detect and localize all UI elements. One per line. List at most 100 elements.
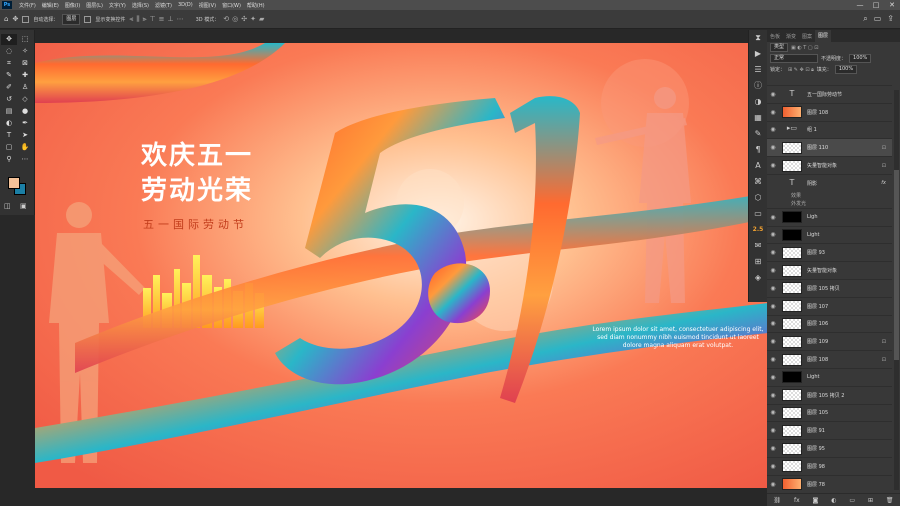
auto-select-dropdown[interactable]: 图层 (62, 13, 81, 25)
stamp-tool-icon[interactable]: ♙ (17, 82, 33, 93)
paragraph-icon[interactable]: ¶ (749, 142, 767, 158)
adjustments-icon[interactable]: ◑ (749, 94, 767, 110)
visibility-eye-icon[interactable]: ◉ (767, 91, 779, 98)
new-layer-icon[interactable]: ⊞ (868, 497, 873, 504)
layer-row[interactable]: ◉ 图层 91 (767, 421, 892, 439)
measurement-icon[interactable]: ▭ (749, 206, 767, 222)
layer-row[interactable]: ◉ 图层 110 ⊡ (767, 138, 892, 157)
menu-type[interactable]: 文字(Y) (106, 2, 129, 9)
notes-icon[interactable]: ✉ (749, 238, 767, 254)
add-style-icon[interactable]: fx (794, 497, 800, 504)
layer-row[interactable]: ◉ Light (767, 367, 892, 386)
move-tool-icon[interactable]: ✥ (1, 34, 17, 45)
brush-tool-icon[interactable]: ✐ (1, 82, 17, 93)
visibility-eye-icon[interactable]: ◉ (767, 481, 779, 488)
visibility-eye-icon[interactable]: ◉ (767, 463, 779, 470)
align-right-icon[interactable]: ⫸ (143, 15, 147, 24)
fx-icon[interactable]: fx (881, 180, 886, 186)
foreground-color-swatch[interactable] (8, 177, 20, 189)
align-center-icon[interactable]: ⫼ (136, 15, 139, 24)
layer-row[interactable]: ◉ 图层 93 (767, 243, 892, 261)
fill-input[interactable]: 100% (834, 65, 858, 74)
visibility-eye-icon[interactable]: ◉ (767, 338, 779, 345)
pen-tool-icon[interactable]: ✒ (17, 118, 33, 129)
layer-row[interactable]: ◉ Ligh (767, 207, 892, 226)
3d-scale-icon[interactable]: ▰ (259, 15, 264, 23)
layer-row[interactable]: ◉ 图层 109 ⊡ (767, 332, 892, 350)
visibility-eye-icon[interactable]: ◉ (767, 162, 779, 169)
layer-row[interactable]: ◉ 图层 106 (767, 314, 892, 333)
visibility-eye-icon[interactable]: ◉ (767, 392, 779, 399)
hand-tool-icon[interactable]: ✋ (17, 142, 33, 153)
layer-row[interactable]: T 阴影 fx (767, 173, 892, 192)
blend-mode-select[interactable]: 正常 (770, 54, 818, 63)
home-icon[interactable]: ⌂ (4, 15, 8, 23)
3d-rotate-icon[interactable]: ⟲ (223, 15, 229, 23)
layer-kind-filter[interactable]: 类型 (770, 43, 789, 52)
dodge-tool-icon[interactable]: ◐ (1, 118, 17, 129)
visibility-eye-icon[interactable]: ◉ (767, 109, 779, 116)
tab-swatches[interactable]: 色板 (767, 33, 783, 40)
visibility-eye-icon[interactable]: ◉ (767, 231, 779, 238)
layer-row[interactable]: ◉ 图层 78 (767, 474, 892, 493)
canvas-area[interactable]: 欢庆五一 劳动光荣 五一国际劳动节 Lorem ipsum dolor sit … (35, 30, 768, 506)
brush-settings-icon[interactable]: ✎ (749, 126, 767, 142)
path-select-icon[interactable]: ➤ (17, 130, 33, 141)
align-top-icon[interactable]: ⊤ (150, 15, 156, 24)
opacity-input[interactable]: 100% (849, 54, 872, 63)
visibility-eye-icon[interactable]: ◉ (767, 374, 779, 381)
3d-pan-icon[interactable]: ✣ (241, 15, 247, 23)
workspace-icon[interactable]: ▭ (874, 14, 882, 24)
layer-row[interactable]: ◉ 图层 98 (767, 456, 892, 475)
align-middle-icon[interactable]: ≡ (159, 15, 165, 24)
layer-row[interactable]: ◉ 图层 105 拷贝 (767, 278, 892, 297)
layer-row[interactable]: ◉ 矢量智能对象 (767, 261, 892, 279)
menu-window[interactable]: 窗口(W) (219, 2, 244, 9)
3d-slide-icon[interactable]: ✦ (250, 15, 256, 23)
share-icon[interactable]: ⇪ (887, 14, 894, 24)
layer-row[interactable]: ◉ 图层 108 (767, 102, 892, 121)
search-icon[interactable]: ⌕ (863, 14, 867, 24)
add-mask-icon[interactable]: ◙ (813, 497, 819, 504)
character-icon[interactable]: A (749, 158, 767, 174)
magic-wand-icon[interactable]: ✧ (17, 46, 33, 57)
align-left-icon[interactable]: ⫷ (129, 15, 133, 24)
distribute-icon[interactable]: ⋯ (177, 15, 184, 24)
visibility-eye-icon[interactable]: ◉ (767, 320, 779, 327)
menu-filter[interactable]: 滤镜(T) (152, 2, 175, 9)
filter-icons[interactable]: ▣ ◐ T ▢ ⊡ (791, 45, 818, 51)
layers-scrollbar[interactable] (894, 90, 899, 490)
extension-badge[interactable]: 2.5 (749, 222, 767, 238)
scrollbar-thumb[interactable] (894, 170, 899, 360)
visibility-eye-icon[interactable]: ◉ (767, 126, 779, 133)
libraries-icon[interactable]: ▦ (749, 110, 767, 126)
align-bottom-icon[interactable]: ⊥ (168, 15, 174, 24)
eyedropper-icon[interactable]: ✎ (1, 70, 17, 81)
layer-row[interactable]: ◉ 图层 95 (767, 439, 892, 457)
auto-select-checkbox[interactable] (22, 15, 30, 23)
3d-icon[interactable]: ⬡ (749, 190, 767, 206)
menu-layer[interactable]: 图层(L) (83, 2, 106, 9)
artwork-canvas[interactable]: 欢庆五一 劳动光荣 五一国际劳动节 Lorem ipsum dolor sit … (35, 43, 768, 488)
frame-tool-icon[interactable]: ⊠ (17, 58, 33, 69)
menu-edit[interactable]: 编辑(E) (39, 2, 62, 9)
visibility-eye-icon[interactable]: ◉ (767, 249, 779, 256)
visibility-eye-icon[interactable]: ◉ (767, 445, 779, 452)
adjustment-layer-icon[interactable]: ◐ (831, 497, 836, 504)
effects-row[interactable]: 效果 (767, 192, 892, 200)
visibility-eye-icon[interactable]: ◉ (767, 409, 779, 416)
lasso-tool-icon[interactable]: ◌ (1, 46, 17, 57)
zoom-tool-icon[interactable]: ⚲ (1, 154, 17, 165)
menu-view[interactable]: 视图(V) (196, 2, 219, 9)
show-transform-checkbox[interactable] (84, 15, 92, 23)
timeline-icon[interactable]: ⊞ (749, 254, 767, 270)
layer-row[interactable]: ◉ T 五一国际劳动节 (767, 85, 892, 103)
menu-image[interactable]: 图像(I) (62, 2, 83, 9)
layer-row[interactable]: ◉ 矢量智能对象 ⊡ (767, 156, 892, 174)
healing-brush-icon[interactable]: ✚ (17, 70, 33, 81)
lock-icons[interactable]: ⊞ ✎ ✥ ⊡ 🔒︎ (788, 67, 814, 73)
more-tools-icon[interactable]: ⋯ (17, 154, 33, 165)
minimize-button[interactable]: — (852, 1, 868, 9)
tab-gradients[interactable]: 渐变 (783, 33, 799, 40)
visibility-eye-icon[interactable]: ◉ (767, 144, 779, 151)
